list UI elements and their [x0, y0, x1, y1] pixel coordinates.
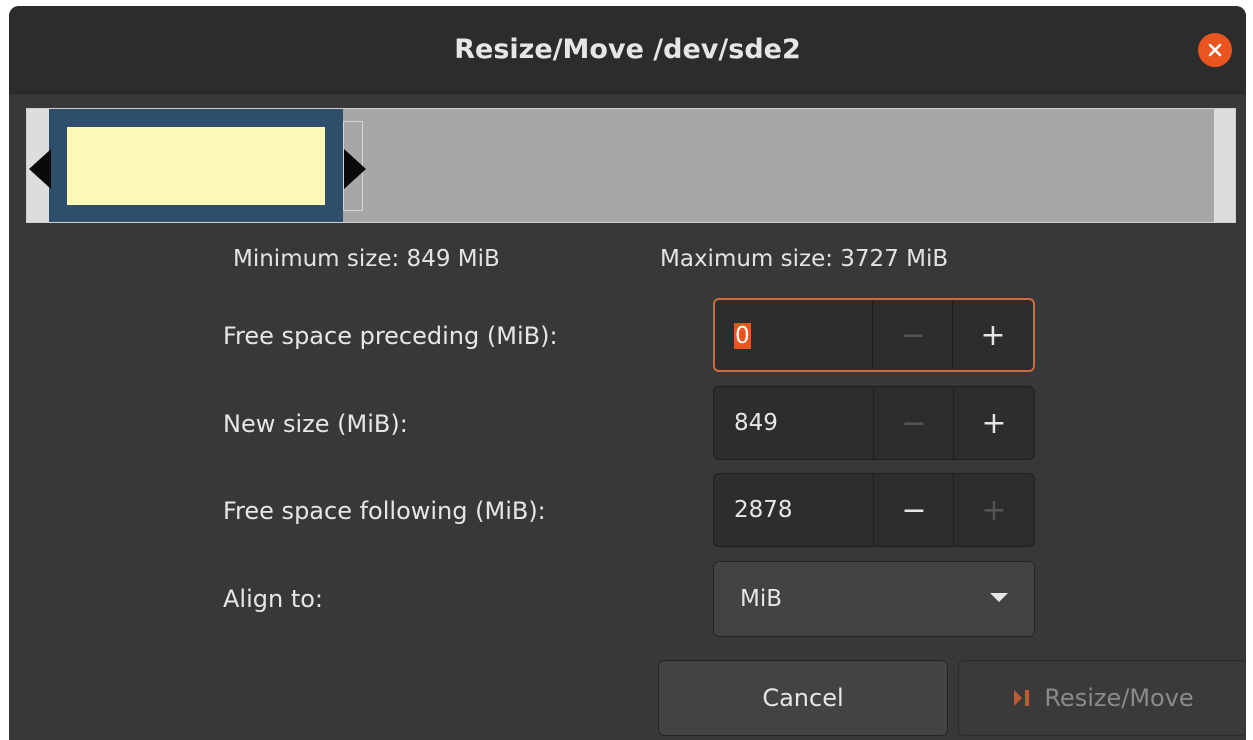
new-size-increment-button[interactable]: +	[953, 387, 1034, 459]
free-preceding-decrement-button[interactable]: −	[872, 300, 953, 370]
partition-graphic[interactable]	[26, 108, 1236, 223]
chevron-down-icon	[990, 593, 1008, 602]
resize-move-button-label: Resize/Move	[1044, 684, 1194, 712]
free-following-input[interactable]: 2878	[734, 474, 793, 546]
free-following-decrement-button[interactable]: −	[873, 474, 954, 546]
free-preceding-spinbox[interactable]: 0 − +	[713, 298, 1035, 372]
free-following-increment-button[interactable]: +	[953, 474, 1034, 546]
free-preceding-value: 0	[734, 323, 751, 349]
new-size-spinbox[interactable]: 849 − +	[713, 386, 1035, 460]
free-preceding-label: Free space preceding (MiB):	[223, 322, 558, 350]
resize-right-handle[interactable]	[344, 149, 366, 189]
align-to-value: MiB	[740, 586, 783, 612]
free-following-spinbox[interactable]: 2878 − +	[713, 473, 1035, 547]
resize-move-dialog: Resize/Move /dev/sde2 Minimum size: 849 …	[9, 6, 1246, 740]
apply-arrow-icon	[1012, 687, 1034, 709]
minimum-size-label: Minimum size: 849 MiB	[233, 246, 500, 272]
used-space-area	[67, 127, 325, 205]
free-preceding-input[interactable]: 0	[734, 300, 751, 370]
resize-left-handle[interactable]	[29, 149, 51, 189]
cancel-button[interactable]: Cancel	[658, 660, 948, 736]
maximum-size-label: Maximum size: 3727 MiB	[660, 246, 949, 272]
dialog-title: Resize/Move /dev/sde2	[454, 34, 801, 65]
cancel-button-label: Cancel	[762, 684, 844, 712]
free-preceding-increment-button[interactable]: +	[952, 300, 1033, 370]
new-size-input[interactable]: 849	[734, 387, 778, 459]
new-size-decrement-button[interactable]: −	[873, 387, 954, 459]
align-to-label: Align to:	[223, 585, 324, 613]
new-size-label: New size (MiB):	[223, 410, 408, 438]
title-bar[interactable]: Resize/Move /dev/sde2	[9, 6, 1246, 94]
resize-move-button[interactable]: Resize/Move	[958, 660, 1246, 736]
close-icon	[1208, 43, 1222, 57]
free-following-label: Free space following (MiB):	[223, 497, 546, 525]
align-to-dropdown[interactable]: MiB	[713, 561, 1035, 637]
close-button[interactable]	[1198, 33, 1232, 67]
